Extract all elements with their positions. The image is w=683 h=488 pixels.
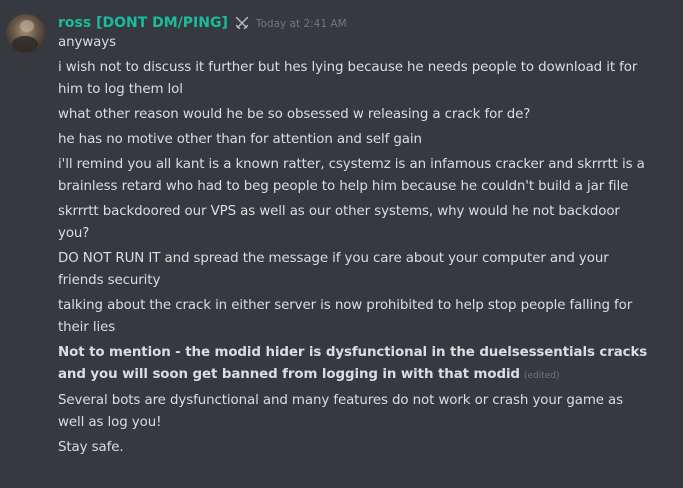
avatar[interactable] [6, 14, 46, 54]
avatar-highlight [20, 20, 34, 32]
message-line: Stay safe. [58, 440, 124, 455]
edited-label: (edited) [523, 371, 560, 381]
message-line: skrrrtt backdoored our VPS as well as ou… [58, 204, 620, 241]
message-timestamp[interactable]: Today at 2:41 AM [256, 18, 347, 30]
message-line: DO NOT RUN IT and spread the message if … [58, 251, 609, 288]
message-line: what other reason would he be so obsesse… [58, 107, 531, 122]
message-line: he has no motive other than for attentio… [58, 132, 422, 147]
message-lines: anyways i wish not to discuss it further… [58, 32, 653, 459]
message-line-bold: Not to mention - the modid hider is dysf… [58, 342, 653, 387]
avatar-shadow [12, 36, 38, 52]
message-line: Several bots are dysfunctional and many … [58, 393, 624, 430]
message-line: talking about the crack in either server… [58, 298, 633, 335]
message-line: i'll remind you all kant is a known ratt… [58, 157, 645, 194]
chat-message-group: ross [DONT DM/PING] Today at 2:41 AM any… [0, 0, 683, 488]
author-username[interactable]: ross [DONT DM/PING] [58, 15, 228, 31]
message-line: i wish not to discuss it further but hes… [58, 60, 638, 97]
crossed-swords-icon [234, 15, 250, 31]
message-header: ross [DONT DM/PING] Today at 2:41 AM [58, 12, 653, 34]
message-line: anyways [58, 35, 116, 50]
